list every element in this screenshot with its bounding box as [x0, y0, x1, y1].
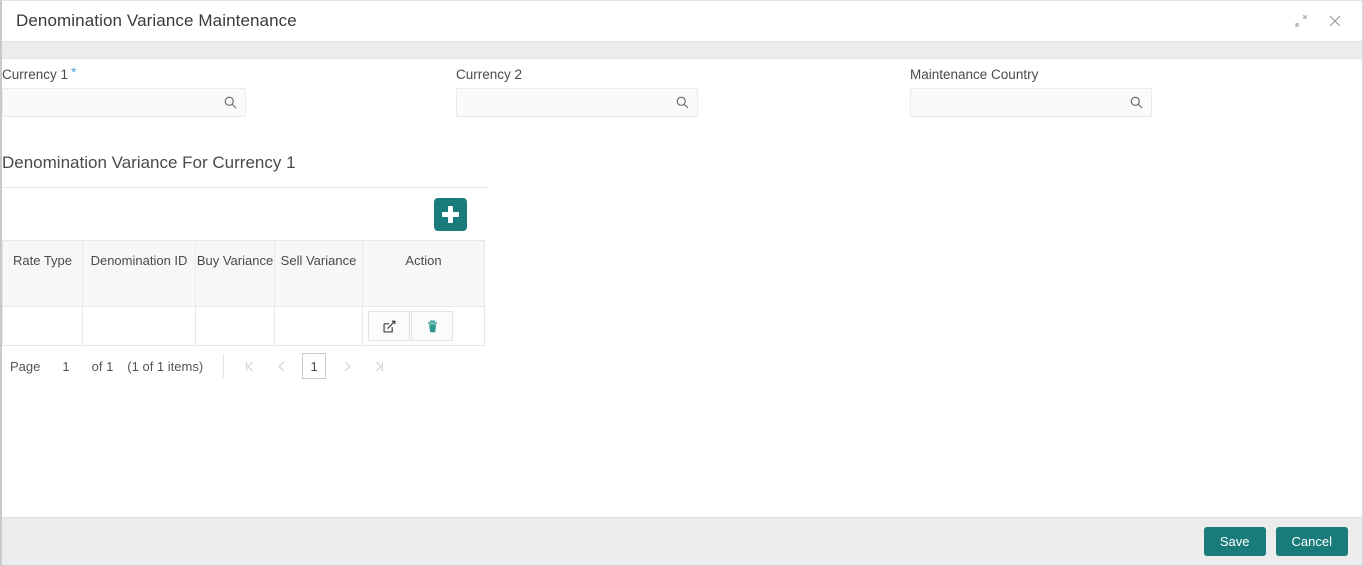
- cell-rate-type: [2, 306, 83, 346]
- pagination-nav: 1: [234, 352, 394, 380]
- next-page-icon[interactable]: [332, 352, 362, 380]
- pagination-page-label: Page: [10, 358, 41, 374]
- prev-page-icon[interactable]: [266, 352, 296, 380]
- table-body: [2, 306, 485, 346]
- form-content: Currency 1 * Currency 2 Maintenance Coun…: [2, 59, 1362, 536]
- column-header-rate-type[interactable]: Rate Type: [2, 240, 83, 307]
- input-wrap-currency-2: [456, 88, 698, 117]
- cell-action: [362, 306, 485, 346]
- window-footer: Save Cancel: [2, 517, 1362, 565]
- pagination-item-count: (1 of 1 items): [127, 358, 204, 374]
- search-icon[interactable]: [674, 95, 690, 111]
- page-title: Denomination Variance Maintenance: [16, 11, 297, 30]
- denomination-grid-block: Rate Type Denomination ID Buy Variance S…: [2, 188, 485, 386]
- grid-toolbar: [2, 188, 485, 240]
- window-titlebar: Denomination Variance Maintenance: [2, 1, 1362, 41]
- delete-row-button[interactable]: [411, 311, 453, 341]
- cell-sell-variance: [274, 306, 363, 346]
- required-indicator: *: [71, 64, 77, 80]
- close-icon[interactable]: [1326, 12, 1344, 30]
- edit-row-button[interactable]: [368, 311, 410, 341]
- field-currency-2: Currency 2: [456, 67, 698, 117]
- currency-2-input[interactable]: [457, 89, 697, 116]
- cell-buy-variance: [195, 306, 275, 346]
- cancel-button[interactable]: Cancel: [1275, 527, 1348, 556]
- field-label-text: Currency 2: [456, 67, 523, 82]
- plus-icon: [442, 205, 459, 223]
- field-maintenance-country: Maintenance Country: [910, 67, 1152, 117]
- cell-denomination-id: [82, 306, 196, 346]
- first-page-icon[interactable]: [234, 352, 264, 380]
- field-label-currency-2: Currency 2: [456, 67, 698, 83]
- denomination-variance-table: Rate Type Denomination ID Buy Variance S…: [2, 240, 485, 346]
- input-wrap-maintenance-country: [910, 88, 1152, 117]
- form-fields-row: Currency 1 * Currency 2 Maintenance Coun…: [2, 59, 1362, 129]
- field-label-text: Maintenance Country: [910, 67, 1039, 82]
- add-row-button[interactable]: [434, 197, 467, 231]
- field-label-currency-1: Currency 1 *: [2, 64, 246, 83]
- denomination-variance-window: Denomination Variance Maintenance Curren…: [0, 0, 1363, 566]
- table-header-row: Rate Type Denomination ID Buy Variance S…: [2, 240, 485, 307]
- section-title: Denomination Variance For Currency 1: [2, 153, 488, 188]
- column-header-action: Action: [405, 253, 442, 268]
- row-action-group: [363, 307, 484, 345]
- pagination-total-pages: of 1: [91, 358, 114, 374]
- window-controls: [1292, 12, 1348, 30]
- denomination-variance-section: Denomination Variance For Currency 1 Rat…: [2, 153, 1362, 386]
- field-label-maintenance-country: Maintenance Country: [910, 67, 1152, 83]
- column-header-sell-variance[interactable]: Sell Variance: [274, 240, 363, 307]
- toolbar-strip: [2, 41, 1362, 59]
- table-header: Rate Type Denomination ID Buy Variance S…: [2, 240, 485, 307]
- maintenance-country-input[interactable]: [911, 89, 1151, 116]
- pagination-current-page: 1: [62, 358, 70, 374]
- currency-1-input[interactable]: [3, 89, 245, 116]
- search-icon[interactable]: [222, 95, 238, 111]
- field-label-text: Currency 1: [2, 67, 69, 82]
- input-wrap-currency-1: [2, 88, 246, 117]
- column-header-denomination-id[interactable]: Denomination ID: [82, 240, 196, 307]
- minimize-icon[interactable]: [1292, 12, 1310, 30]
- pagination-divider: [223, 354, 225, 378]
- column-header-buy-variance[interactable]: Buy Variance: [195, 240, 275, 307]
- last-page-icon[interactable]: [364, 352, 394, 380]
- save-button[interactable]: Save: [1203, 527, 1266, 556]
- table-row: [2, 306, 485, 346]
- field-currency-1: Currency 1 *: [2, 64, 246, 117]
- pagination: Page 1 of 1 (1 of 1 items) 1: [2, 346, 485, 386]
- pagination-page-1[interactable]: 1: [302, 353, 327, 379]
- search-icon[interactable]: [1128, 95, 1144, 111]
